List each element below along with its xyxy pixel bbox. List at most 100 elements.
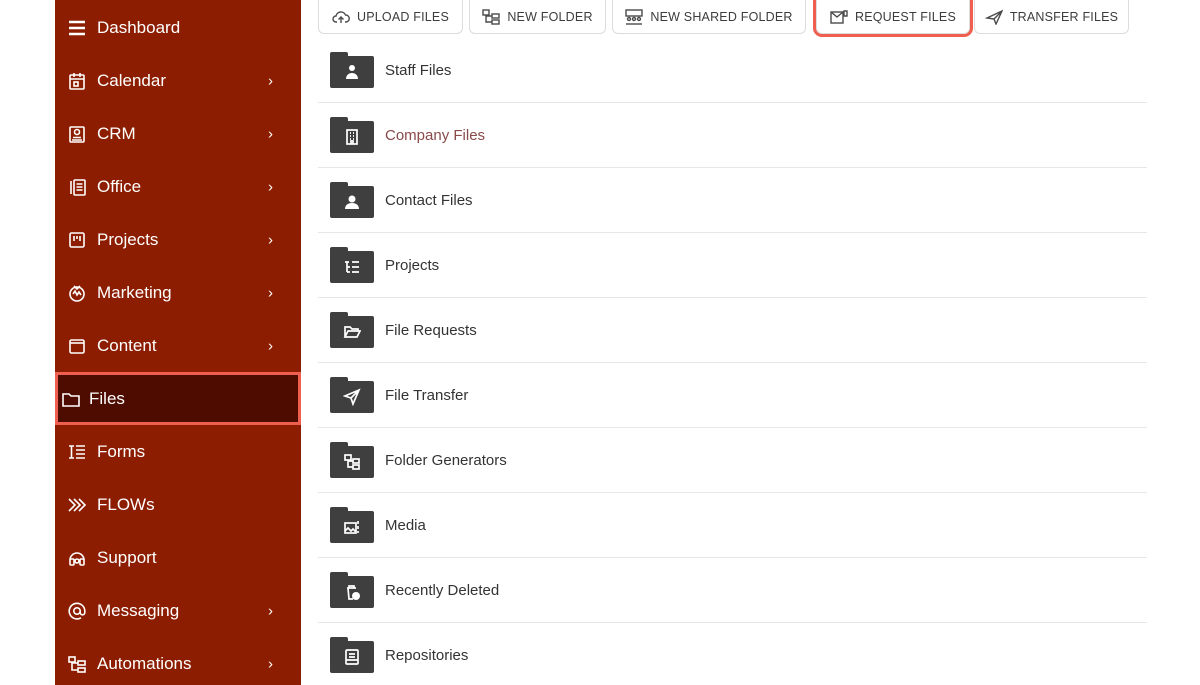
sidebar-item-label: Automations xyxy=(97,653,192,673)
sidebar-item-files[interactable]: Files xyxy=(55,372,301,425)
folder-tree-icon xyxy=(482,8,501,25)
staff-icon xyxy=(346,65,358,79)
at-sign-icon xyxy=(66,600,88,622)
phone-desk-icon xyxy=(66,176,88,198)
upload-files-button[interactable]: UPLOAD FILES xyxy=(318,0,463,34)
marketing-icon xyxy=(66,282,88,304)
sidebar-item-content[interactable]: Content › xyxy=(55,319,301,372)
file-row-recently-deleted[interactable]: Recently Deleted xyxy=(318,558,1147,623)
tree-list-icon xyxy=(345,261,359,273)
sidebar-item-crm[interactable]: CRM › xyxy=(55,107,301,160)
form-list-icon xyxy=(66,441,88,463)
new-folder-label: NEW FOLDER xyxy=(507,9,593,24)
file-row-folder-generators[interactable]: Folder Generators xyxy=(318,428,1147,493)
person-icon xyxy=(345,195,359,209)
chevron-right-icon: › xyxy=(268,72,273,89)
file-name: Staff Files xyxy=(385,61,452,79)
file-name: Folder Generators xyxy=(385,451,507,469)
sidebar: Dashboard Calendar › CRM › Office › Proj… xyxy=(55,0,301,685)
sidebar-item-forms[interactable]: Forms xyxy=(55,425,301,478)
sidebar-item-label: Messaging xyxy=(97,600,180,620)
sidebar-item-label: Content xyxy=(97,335,157,355)
folder-thumbnail xyxy=(330,182,374,218)
folder-thumbnail xyxy=(330,572,374,608)
new-folder-button[interactable]: NEW FOLDER xyxy=(469,0,606,34)
transfer-files-label: TRANSFER FILES xyxy=(1009,9,1119,24)
trash-clock-icon xyxy=(347,585,360,600)
folder-icon xyxy=(60,388,82,410)
new-shared-folder-button[interactable]: NEW SHARED FOLDER xyxy=(612,0,806,34)
sidebar-item-marketing[interactable]: Marketing › xyxy=(55,266,301,319)
sidebar-item-label: Support xyxy=(97,547,157,567)
sidebar-item-support[interactable]: Support xyxy=(55,531,301,584)
content-window-icon xyxy=(66,335,88,357)
folder-thumbnail xyxy=(330,377,374,413)
file-row-contact-files[interactable]: Contact Files xyxy=(318,168,1147,233)
paper-plane-icon xyxy=(343,388,361,406)
folder-thumbnail xyxy=(330,637,374,673)
menu-icon xyxy=(66,17,88,39)
sidebar-item-label: Forms xyxy=(97,441,146,461)
chevron-right-icon: › xyxy=(268,284,273,301)
transfer-files-button[interactable]: TRANSFER FILES xyxy=(974,0,1129,34)
file-row-company-files[interactable]: Company Files xyxy=(318,103,1147,168)
request-files-button[interactable]: REQUEST FILES xyxy=(813,0,973,37)
file-name: Contact Files xyxy=(385,191,473,209)
file-row-media[interactable]: Media xyxy=(318,493,1147,558)
sidebar-item-label: Calendar xyxy=(97,70,166,90)
sidebar-item-office[interactable]: Office › xyxy=(55,160,301,213)
file-name: Recently Deleted xyxy=(385,581,500,599)
file-name: Projects xyxy=(385,256,440,274)
new-shared-folder-label: NEW SHARED FOLDER xyxy=(650,9,793,24)
sidebar-item-label: FLOWs xyxy=(97,494,155,514)
folder-thumbnail xyxy=(330,507,374,543)
chevron-right-icon: › xyxy=(268,231,273,248)
sidebar-item-flows[interactable]: FLOWs xyxy=(55,478,301,531)
folder-thumbnail xyxy=(330,247,374,283)
sidebar-item-label: Projects xyxy=(97,229,159,249)
file-name: Company Files xyxy=(385,126,486,144)
sidebar-item-label: Files xyxy=(89,388,125,408)
folder-thumbnail xyxy=(330,52,374,88)
calendar-icon xyxy=(66,70,88,92)
cloud-upload-icon xyxy=(332,10,350,23)
file-row-repositories[interactable]: Repositories xyxy=(318,623,1147,685)
kanban-icon xyxy=(66,229,88,251)
repository-icon xyxy=(345,649,359,665)
sidebar-item-label: Dashboard xyxy=(97,17,181,37)
chevron-right-icon: › xyxy=(268,655,273,672)
request-files-label: REQUEST FILES xyxy=(854,9,956,24)
sidebar-item-label: Marketing xyxy=(97,282,172,302)
building-icon xyxy=(346,129,358,145)
file-name: File Requests xyxy=(385,321,477,339)
file-row-file-requests[interactable]: File Requests xyxy=(318,298,1147,363)
file-name: Repositories xyxy=(385,646,469,664)
chevron-right-icon: › xyxy=(268,602,273,619)
contact-card-icon xyxy=(66,123,88,145)
paper-plane-icon xyxy=(984,9,1003,25)
sidebar-item-dashboard[interactable]: Dashboard xyxy=(55,1,301,54)
flow-chevrons-icon xyxy=(66,494,88,516)
sidebar-item-label: CRM xyxy=(97,123,136,143)
sidebar-item-projects[interactable]: Projects › xyxy=(55,213,301,266)
file-name: Media xyxy=(385,516,426,534)
media-icon xyxy=(344,521,359,534)
sidebar-item-label: Office xyxy=(97,176,142,196)
automation-tree-icon xyxy=(66,653,88,675)
file-row-staff-files[interactable]: Staff Files xyxy=(318,38,1147,103)
folder-tree-icon xyxy=(344,454,360,470)
folder-thumbnail xyxy=(330,117,374,153)
upload-files-label: UPLOAD FILES xyxy=(356,9,449,24)
file-row-projects[interactable]: Projects xyxy=(318,233,1147,298)
file-row-file-transfer[interactable]: File Transfer xyxy=(318,363,1147,428)
shared-folder-icon xyxy=(625,8,644,25)
sidebar-item-messaging[interactable]: Messaging › xyxy=(55,584,301,637)
sidebar-item-automations[interactable]: Automations › xyxy=(55,637,301,685)
open-folder-icon xyxy=(343,326,361,338)
chevron-right-icon: › xyxy=(268,125,273,142)
folder-thumbnail xyxy=(330,442,374,478)
folder-thumbnail xyxy=(330,312,374,348)
chevron-right-icon: › xyxy=(268,178,273,195)
sidebar-item-calendar[interactable]: Calendar › xyxy=(55,54,301,107)
file-name: File Transfer xyxy=(385,386,469,404)
